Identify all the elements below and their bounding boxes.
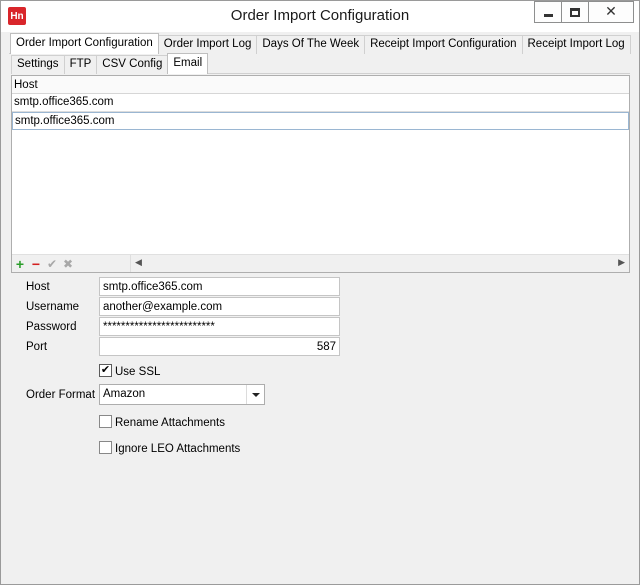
tab-settings[interactable]: Settings [11,55,65,74]
chevron-down-icon [251,392,260,397]
host-input[interactable] [99,277,340,296]
plus-icon[interactable]: + [12,256,28,272]
app-logo-icon: Hn [8,7,26,25]
checkmark-icon: ✔ [100,364,111,376]
tab-ftp[interactable]: FTP [63,55,98,74]
username-input[interactable] [99,297,340,316]
order-format-select[interactable]: Amazon [99,384,265,405]
minus-icon[interactable]: − [28,256,44,272]
table-row[interactable]: smtp.office365.com [12,94,629,112]
top-tab-strip: Order Import Configuration Order Import … [10,33,631,54]
host-label: Host [26,281,50,293]
x-icon[interactable]: ✖ [60,256,76,272]
tab-receipt-import-configuration[interactable]: Receipt Import Configuration [364,35,523,54]
tab-order-import-configuration[interactable]: Order Import Configuration [10,33,159,54]
scroll-left-icon[interactable]: ◀ [135,257,142,268]
grid-navigator: + − ✔ ✖ ◀ ▶ [12,254,629,272]
minimize-icon [543,13,553,17]
order-format-value: Amazon [103,388,146,400]
use-ssl-checkbox[interactable]: ✔ [99,364,112,377]
port-input[interactable] [99,337,340,356]
password-input[interactable] [99,317,340,336]
use-ssl-label[interactable]: Use SSL [115,365,160,379]
main-window: Hn Order Import Configuration ✕ Order Im… [0,0,640,585]
maximize-icon [570,7,580,17]
rename-attachments-label[interactable]: Rename Attachments [115,416,225,430]
tab-days-of-the-week[interactable]: Days Of The Week [256,35,366,54]
rename-attachments-checkbox[interactable] [99,415,112,428]
password-label: Password [26,321,77,333]
host-grid[interactable]: Host smtp.office365.com smtp.office365.c… [11,75,630,273]
minimize-button[interactable] [534,1,562,23]
tab-order-import-log[interactable]: Order Import Log [157,35,258,54]
horizontal-scrollbar[interactable]: ◀ ▶ [130,255,629,272]
close-button[interactable]: ✕ [588,1,634,23]
ignore-leo-attachments-label[interactable]: Ignore LEO Attachments [115,442,240,456]
title-bar[interactable]: Hn Order Import Configuration ✕ [1,1,639,32]
table-row-selected[interactable]: smtp.office365.com [12,112,629,130]
scroll-right-icon[interactable]: ▶ [618,257,625,268]
tab-email[interactable]: Email [167,53,209,74]
username-label: Username [26,301,80,313]
tab-csv-config[interactable]: CSV Config [96,55,169,74]
grid-column-header-host[interactable]: Host [12,76,629,94]
close-icon: ✕ [605,4,617,20]
check-icon[interactable]: ✔ [44,256,60,272]
tab-receipt-import-log[interactable]: Receipt Import Log [521,35,631,54]
port-label: Port [26,341,48,353]
maximize-button[interactable] [561,1,589,23]
order-format-label: Order Format [26,389,96,401]
dropdown-button[interactable] [246,385,264,404]
sub-tab-strip: Settings FTP CSV Config Email [11,53,209,74]
ignore-leo-attachments-checkbox[interactable] [99,441,112,454]
